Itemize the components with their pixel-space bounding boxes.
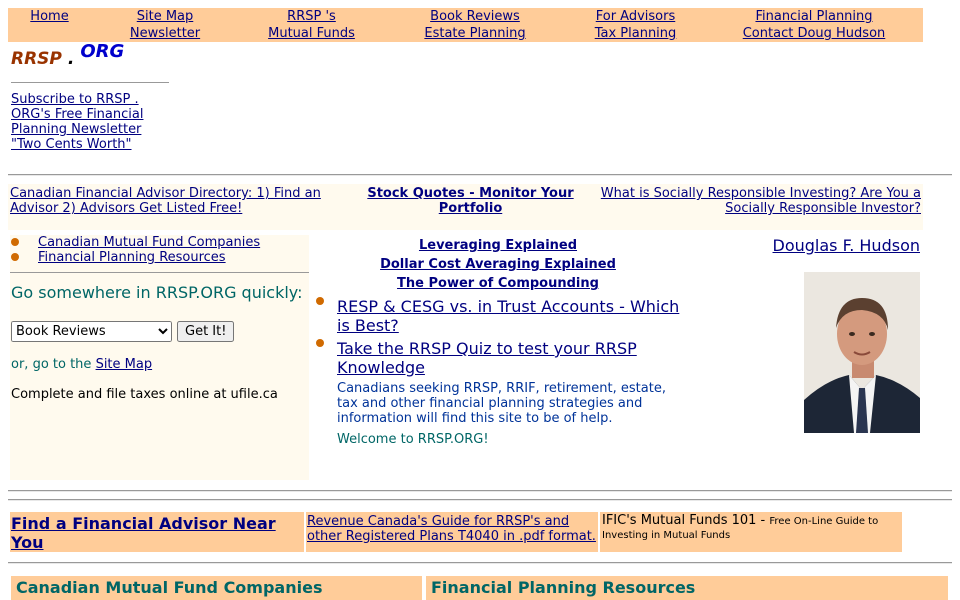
compounding-link[interactable]: The Power of Compounding — [330, 276, 666, 292]
nav-column-1: Home — [8, 8, 91, 42]
nav-column-2: Site Map Newsletter — [91, 8, 239, 42]
nav-column-4: Book Reviews Estate Planning — [384, 8, 566, 42]
nav-link-tax-planning[interactable]: Tax Planning — [566, 25, 705, 42]
section-header-mutual-fund-companies: Canadian Mutual Fund Companies — [11, 576, 422, 600]
newsletter-subscribe-link[interactable]: Subscribe to RRSP . ORG's Free Financial… — [11, 92, 161, 152]
author-link[interactable]: Douglas F. Hudson — [700, 236, 920, 255]
logo-dot: . — [67, 49, 75, 69]
ufile-text: Complete and file taxes online at ufile.… — [11, 387, 278, 402]
leveraging-link[interactable]: Leveraging Explained — [330, 238, 666, 254]
nav-link-financial-planning[interactable]: Financial Planning — [705, 8, 923, 25]
divider-top — [8, 174, 952, 176]
sitemap-line: or, go to the Site Map — [11, 357, 152, 372]
bullet-icon — [11, 238, 19, 246]
nav-column-5: For Advisors Tax Planning — [566, 8, 705, 42]
nav-link-for-advisors[interactable]: For Advisors — [566, 8, 705, 25]
divider-bottom — [8, 562, 952, 564]
sitemap-link[interactable]: Site Map — [96, 357, 153, 372]
advisor-directory-link[interactable]: Canadian Financial Advisor Directory: 1)… — [10, 186, 340, 216]
bullet-icon — [316, 339, 324, 347]
link-financial-planning-resources[interactable]: Financial Planning Resources — [38, 250, 226, 265]
author-photo — [804, 272, 920, 433]
welcome-text: Welcome to RRSP.ORG! — [337, 432, 489, 447]
ific-text: IFIC's Mutual Funds 101 - Free On-Line G… — [602, 514, 902, 542]
revenue-canada-cell: Revenue Canada's Guide for RRSP's and ot… — [306, 512, 598, 552]
sitemap-prefix: or, go to the — [11, 357, 96, 372]
quick-nav-label: Go somewhere in RRSP.ORG quickly: — [11, 283, 303, 302]
nav-link-home[interactable]: Home — [8, 8, 91, 25]
logo-divider — [11, 82, 169, 83]
nav-link-estate-planning[interactable]: Estate Planning — [384, 25, 566, 42]
left-panel-divider — [10, 272, 309, 273]
nav-link-site-map[interactable]: Site Map — [91, 8, 239, 25]
nav-column-3: RRSP 's Mutual Funds — [239, 8, 384, 42]
link-mutual-fund-companies[interactable]: Canadian Mutual Fund Companies — [38, 235, 260, 250]
left-panel: Canadian Mutual Fund Companies Financial… — [10, 235, 309, 480]
nav-link-rrsps[interactable]: RRSP 's — [239, 8, 384, 25]
revenue-canada-guide-link[interactable]: Revenue Canada's Guide for RRSP's and ot… — [307, 514, 598, 544]
bullet-icon — [316, 297, 324, 305]
socially-responsible-link[interactable]: What is Socially Responsible Investing? … — [594, 186, 921, 216]
bullet-icon — [11, 253, 19, 261]
site-description: Canadians seeking RRSP, RRIF, retirement… — [337, 381, 666, 426]
nav-column-6: Financial Planning Contact Doug Hudson — [705, 8, 923, 42]
divider-mid-1 — [8, 490, 952, 492]
nav-link-mutual-funds[interactable]: Mutual Funds — [239, 25, 384, 42]
nav-link-book-reviews[interactable]: Book Reviews — [384, 8, 566, 25]
get-it-button[interactable]: Get It! — [177, 321, 235, 342]
rrsp-quiz-link[interactable]: Take the RRSP Quiz to test your RRSP Kno… — [337, 339, 687, 377]
site-logo[interactable]: RRSP. ORG — [11, 41, 124, 69]
logo-org: ORG — [80, 41, 125, 62]
divider-mid-2 — [8, 499, 952, 501]
ific-title: IFIC's Mutual Funds 101 - — [602, 513, 770, 528]
find-advisor-link[interactable]: Find a Financial Advisor Near You — [11, 514, 304, 552]
feature-strip: Canadian Financial Advisor Directory: 1)… — [8, 184, 923, 230]
author-photo-image — [804, 272, 920, 433]
nav-link-newsletter[interactable]: Newsletter — [91, 25, 239, 42]
ific-cell: IFIC's Mutual Funds 101 - Free On-Line G… — [600, 512, 902, 552]
quick-nav-select[interactable]: Book Reviews — [11, 321, 172, 342]
stock-quotes-link[interactable]: Stock Quotes - Monitor Your Portfolio — [358, 186, 583, 216]
nav-link-contact[interactable]: Contact Doug Hudson — [705, 25, 923, 42]
section-header-financial-planning-resources: Financial Planning Resources — [426, 576, 948, 600]
resp-cesg-link[interactable]: RESP & CESG vs. in Trust Accounts - Whic… — [337, 297, 687, 335]
logo-rrsp: RRSP — [11, 49, 62, 69]
dollar-cost-averaging-link[interactable]: Dollar Cost Averaging Explained — [330, 257, 666, 273]
find-advisor-cell: Find a Financial Advisor Near You — [10, 512, 304, 552]
top-navigation: Home Site Map Newsletter RRSP 's Mutual … — [8, 8, 923, 42]
